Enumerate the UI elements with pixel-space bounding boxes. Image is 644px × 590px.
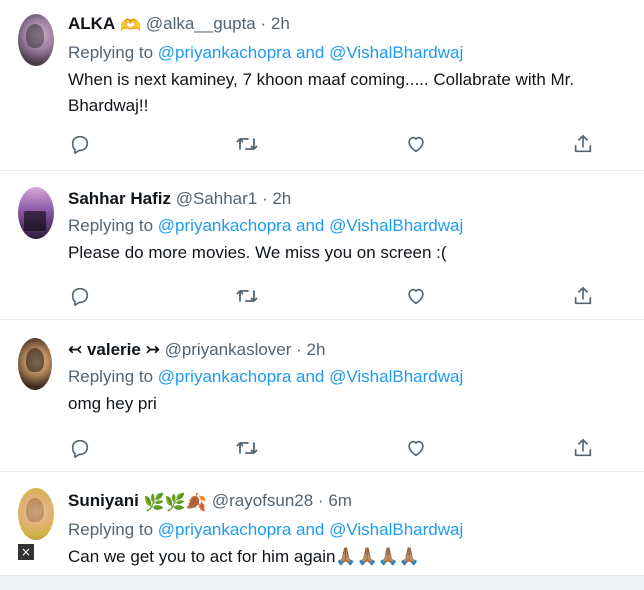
like-button[interactable] <box>404 284 428 308</box>
reply-icon <box>71 135 89 154</box>
replying-to-mentions[interactable]: @priyankachopra and @VishalBhardwaj <box>158 216 463 235</box>
avatar[interactable] <box>18 14 54 66</box>
display-name[interactable]: Suniyani <box>68 491 139 510</box>
bottom-scroll-strip <box>0 575 644 590</box>
retweet-button[interactable] <box>235 436 259 460</box>
tweet-text: When is next kaminey, 7 khoon maaf comin… <box>68 70 575 115</box>
reply-icon <box>71 287 89 306</box>
avatar-silhouette <box>26 498 44 522</box>
retweet-icon <box>236 442 258 454</box>
display-name[interactable]: ALKA <box>68 14 115 33</box>
like-button[interactable] <box>404 436 428 460</box>
replying-to-label: Replying to <box>68 520 154 539</box>
tweet-content: Suniyani 🌿🌿🍂 @rayofsun28 · 6m Replying t… <box>68 491 634 570</box>
heart-icon <box>408 136 424 153</box>
tweet-header: Suniyani 🌿🌿🍂 @rayofsun28 · 6m <box>68 491 634 513</box>
replying-to: Replying to @priyankachopra and @VishalB… <box>68 43 634 63</box>
handle-and-time[interactable]: @priyankaslover · 2h <box>165 340 326 359</box>
tweet-text: omg hey pri <box>68 394 157 413</box>
share-button[interactable] <box>571 436 595 460</box>
replying-to-mentions[interactable]: @priyankachopra and @VishalBhardwaj <box>158 43 463 62</box>
replying-to-mentions[interactable]: @priyankachopra and @VishalBhardwaj <box>158 367 463 386</box>
tweet[interactable]: Sahhar Hafiz @Sahhar1 · 2h Replying to @… <box>0 171 644 320</box>
share-button[interactable] <box>571 284 595 308</box>
avatar-silhouette <box>24 211 46 231</box>
reply-button[interactable] <box>68 284 92 308</box>
tweet-actions <box>68 436 608 460</box>
reply-button[interactable] <box>68 132 92 156</box>
heart-icon <box>408 440 424 457</box>
replying-to-mentions[interactable]: @priyankachopra and @VishalBhardwaj <box>158 520 463 539</box>
handle-and-time[interactable]: @rayofsun28 · 6m <box>212 491 352 510</box>
like-button[interactable] <box>404 132 428 156</box>
share-icon <box>574 134 592 153</box>
display-name[interactable]: ↢ valerie ↣ <box>68 340 160 359</box>
avatar[interactable] <box>18 338 52 390</box>
tweet-content: Sahhar Hafiz @Sahhar1 · 2h Replying to @… <box>68 189 634 266</box>
retweet-icon <box>236 138 258 150</box>
retweet-button[interactable] <box>235 132 259 156</box>
avatar-silhouette <box>26 348 44 372</box>
replying-to-label: Replying to <box>68 367 154 386</box>
retweet-icon <box>236 290 258 302</box>
retweet-button[interactable] <box>235 284 259 308</box>
replying-to: Replying to @priyankachopra and @VishalB… <box>68 367 634 387</box>
tweet[interactable]: ALKA 🫶 @alka__gupta · 2h Replying to @pr… <box>0 0 644 171</box>
replying-to-label: Replying to <box>68 43 154 62</box>
tweet-text: Can we get you to act for him again🙏🏽🙏🏽🙏… <box>68 547 421 566</box>
avatar[interactable] <box>18 488 54 540</box>
replying-to: Replying to @priyankachopra and @VishalB… <box>68 520 634 540</box>
tweet-content: ALKA 🫶 @alka__gupta · 2h Replying to @pr… <box>68 14 634 119</box>
tweet-content: ↢ valerie ↣ @priyankaslover · 2h Replyin… <box>68 340 634 417</box>
replying-to-label: Replying to <box>68 216 154 235</box>
tweet[interactable]: Suniyani 🌿🌿🍂 @rayofsun28 · 6m Replying t… <box>0 472 644 590</box>
tweet-text: Please do more movies. We miss you on sc… <box>68 243 447 262</box>
tweet[interactable]: ↢ valerie ↣ @priyankaslover · 2h Replyin… <box>0 320 644 472</box>
avatar[interactable] <box>18 187 54 239</box>
share-icon <box>574 286 592 305</box>
tweet-actions <box>68 132 608 156</box>
tweet-actions <box>68 284 608 308</box>
display-name[interactable]: Sahhar Hafiz <box>68 189 171 208</box>
tweet-header: Sahhar Hafiz @Sahhar1 · 2h <box>68 189 634 209</box>
share-icon <box>574 438 592 457</box>
close-icon[interactable]: × <box>18 544 34 560</box>
tweet-header: ↢ valerie ↣ @priyankaslover · 2h <box>68 340 634 360</box>
reply-button[interactable] <box>68 436 92 460</box>
handle-and-time[interactable]: @alka__gupta · 2h <box>146 14 290 33</box>
reply-icon <box>71 439 89 458</box>
tweet-header: ALKA 🫶 @alka__gupta · 2h <box>68 14 634 36</box>
name-emoji: 🌿🌿🍂 <box>143 493 208 512</box>
replying-to: Replying to @priyankachopra and @VishalB… <box>68 216 634 236</box>
share-button[interactable] <box>571 132 595 156</box>
name-emoji: 🫶 <box>119 16 142 35</box>
heart-icon <box>408 288 424 305</box>
reply-thread: ALKA 🫶 @alka__gupta · 2h Replying to @pr… <box>0 0 644 590</box>
avatar-silhouette <box>26 24 44 48</box>
handle-and-time[interactable]: @Sahhar1 · 2h <box>176 189 292 208</box>
